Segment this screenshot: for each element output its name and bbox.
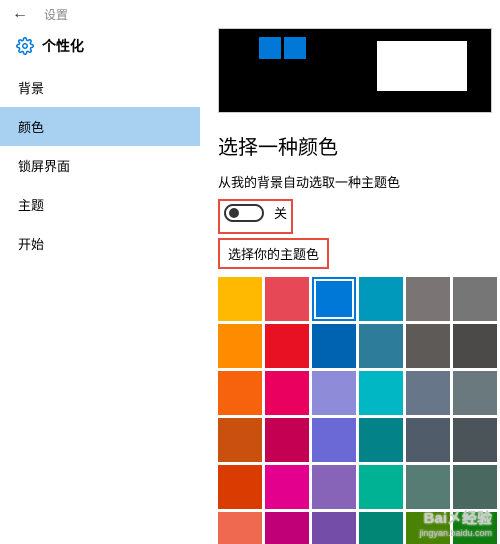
color-swatch[interactable] [312,371,356,415]
color-swatch[interactable] [406,371,450,415]
toggle-knob [229,208,239,218]
color-swatch[interactable] [406,324,450,368]
color-swatch[interactable] [265,277,309,321]
color-swatch[interactable] [453,277,497,321]
toggle-state-label: 关 [274,203,287,222]
color-swatch[interactable] [406,465,450,509]
color-swatch[interactable] [453,465,497,509]
color-swatch[interactable] [359,371,403,415]
preview-tile [259,37,281,59]
color-swatch[interactable] [453,512,497,544]
color-swatch[interactable] [406,512,450,544]
sidebar-title: 个性化 [42,36,84,56]
color-swatch[interactable] [359,418,403,462]
color-swatch[interactable] [312,418,356,462]
color-swatch[interactable] [265,465,309,509]
color-swatch[interactable] [453,324,497,368]
choose-color-label: 选择你的主题色 [218,238,329,269]
color-swatch[interactable] [218,512,262,544]
color-swatch[interactable] [453,371,497,415]
color-grid [218,277,492,544]
color-swatch[interactable] [359,465,403,509]
color-swatch[interactable] [312,277,356,321]
back-arrow-icon: ← [12,5,28,23]
color-swatch[interactable] [359,512,403,544]
color-swatch[interactable] [312,465,356,509]
preview-window [377,41,467,91]
sidebar-item-0[interactable]: 背景 [0,68,200,107]
color-swatch[interactable] [453,418,497,462]
color-swatch[interactable] [218,418,262,462]
preview-box [218,28,492,113]
preview-taskbar [219,100,491,112]
sidebar: 个性化 背景颜色锁屏界面主题开始 [0,28,200,544]
window-title: 设置 [44,6,68,23]
preview-tile [284,37,306,59]
sidebar-item-4[interactable]: 开始 [0,224,200,263]
color-swatch[interactable] [218,371,262,415]
color-swatch[interactable] [265,418,309,462]
color-swatch[interactable] [406,418,450,462]
sidebar-item-3[interactable]: 主题 [0,185,200,224]
sidebar-item-2[interactable]: 锁屏界面 [0,146,200,185]
color-swatch[interactable] [265,371,309,415]
auto-pick-label: 从我的背景自动选取一种主题色 [218,172,492,191]
color-swatch[interactable] [218,324,262,368]
color-swatch[interactable] [218,465,262,509]
color-swatch[interactable] [359,277,403,321]
gear-icon [16,37,34,55]
sidebar-header: 个性化 [0,28,200,68]
back-button[interactable]: ← [0,0,40,28]
color-swatch[interactable] [265,324,309,368]
color-swatch[interactable] [312,324,356,368]
auto-pick-toggle[interactable] [224,204,264,222]
color-swatch[interactable] [359,324,403,368]
color-swatch[interactable] [406,277,450,321]
highlight-toggle: 关 [218,199,293,234]
sidebar-item-1[interactable]: 颜色 [0,107,200,146]
color-swatch[interactable] [265,512,309,544]
section-title: 选择一种颜色 [218,131,492,160]
content-area: 选择一种颜色 从我的背景自动选取一种主题色 关 选择你的主题色 [200,28,500,544]
color-swatch[interactable] [312,512,356,544]
color-swatch[interactable] [218,277,262,321]
